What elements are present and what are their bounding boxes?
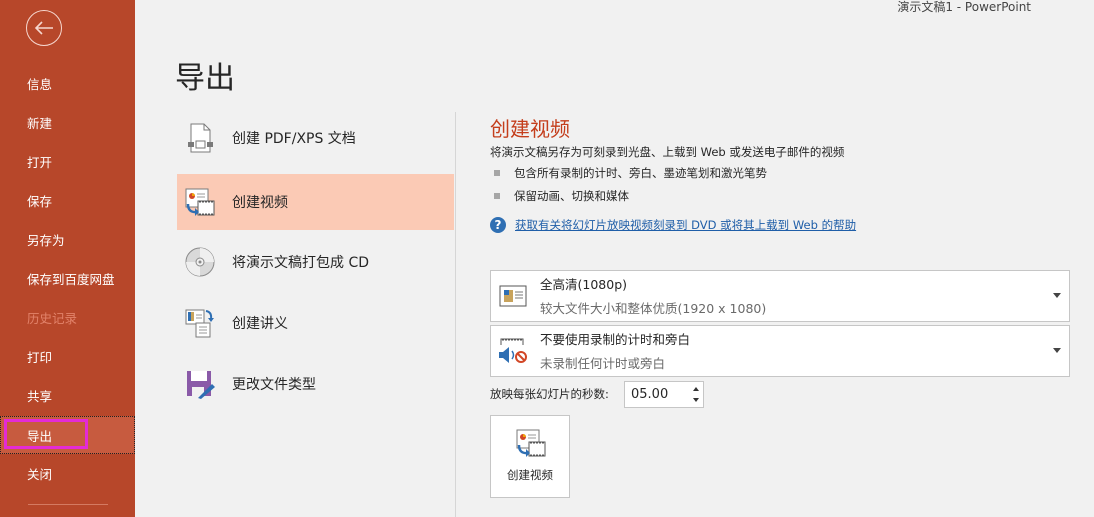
seconds-per-slide-label: 放映每张幻灯片的秒数: — [490, 387, 609, 401]
export-option-cd[interactable]: 将演示文稿打包成 CD — [177, 234, 454, 290]
export-option-label: 将演示文稿打包成 CD — [232, 255, 370, 271]
spin-up-icon[interactable] — [693, 387, 699, 391]
nav-print[interactable]: 打印 — [0, 337, 135, 375]
nav-label: 历史记录 — [27, 310, 78, 326]
nav-label: 关闭 — [27, 466, 53, 482]
nav-open[interactable]: 打开 — [0, 142, 135, 180]
nav-history: 历史记录 — [0, 298, 135, 336]
export-option-change-file-type[interactable]: 更改文件类型 — [177, 356, 454, 412]
nav-save-as[interactable]: 另存为 — [0, 220, 135, 258]
nav-label: 共享 — [27, 388, 53, 404]
help-link[interactable]: 获取有关将幻灯片放映视频刻录到 DVD 或将其上载到 Web 的帮助 — [515, 217, 856, 233]
page-title: 导出 — [175, 61, 235, 96]
window-title: 演示文稿1 - PowerPoint — [897, 0, 1031, 14]
export-option-handout[interactable]: 创建讲义 — [177, 295, 454, 351]
detail-title: 创建视频 — [490, 117, 570, 141]
handout-icon — [185, 309, 214, 338]
create-video-icon — [516, 429, 546, 457]
chevron-down-icon — [1053, 293, 1061, 298]
nav-new[interactable]: 新建 — [0, 103, 135, 141]
nav-save-to-baidu[interactable]: 保存到百度网盘 — [0, 259, 135, 297]
export-option-label: 创建讲义 — [232, 316, 288, 332]
help-row: ? 获取有关将幻灯片放映视频刻录到 DVD 或将其上载到 Web 的帮助 — [490, 217, 856, 233]
quality-selected: 全高清(1080p) — [540, 277, 627, 292]
export-option-label: 创建视频 — [232, 195, 288, 211]
nav-label: 另存为 — [27, 232, 65, 248]
detail-description: 将演示文稿另存为可刻录到光盘、上载到 Web 或发送电子邮件的视频 — [490, 145, 845, 159]
backstage-sidebar: 信息 新建 打开 保存 另存为 保存到百度网盘 历史记录 打印 共享 导出 关闭 — [0, 0, 135, 517]
presentation-quality-icon — [499, 285, 527, 307]
quality-dropdown[interactable]: 全高清(1080p) 较大文件大小和整体优质(1920 x 1080) — [490, 270, 1070, 322]
sidebar-divider — [28, 504, 108, 505]
back-arrow-icon — [34, 21, 53, 35]
export-option-label: 更改文件类型 — [232, 377, 316, 393]
bullet-square-icon — [494, 170, 500, 176]
timing-subtitle: 未录制任何计时或旁白 — [540, 356, 666, 371]
bullet-item: 包含所有录制的计时、旁白、墨迹笔划和激光笔势 — [490, 165, 767, 181]
create-video-icon — [185, 188, 215, 216]
nav-label: 新建 — [27, 115, 53, 131]
timing-selected: 不要使用录制的计时和旁白 — [540, 332, 691, 347]
nav-save[interactable]: 保存 — [0, 181, 135, 219]
nav-export[interactable]: 导出 — [0, 416, 135, 454]
nav-label: 保存 — [27, 193, 53, 209]
cd-disc-icon — [185, 247, 215, 277]
export-option-label: 创建 PDF/XPS 文档 — [232, 131, 356, 147]
chevron-down-icon — [1053, 348, 1061, 353]
timing-dropdown[interactable]: 不要使用录制的计时和旁白 未录制任何计时或旁白 — [490, 325, 1070, 377]
no-narration-icon — [499, 338, 527, 363]
create-video-button-label: 创建视频 — [507, 468, 553, 482]
back-button[interactable] — [26, 10, 62, 46]
nav-label: 保存到百度网盘 — [27, 271, 115, 287]
seconds-per-slide-spinner — [624, 381, 704, 408]
export-option-video[interactable]: 创建视频 — [177, 174, 454, 230]
bullet-text: 保留动画、切换和媒体 — [514, 189, 629, 203]
quality-subtitle: 较大文件大小和整体优质(1920 x 1080) — [540, 301, 767, 316]
help-question-icon: ? — [490, 217, 506, 233]
seconds-per-slide-input[interactable] — [625, 382, 687, 407]
export-option-pdf[interactable]: 创建 PDF/XPS 文档 — [177, 110, 454, 166]
nav-info[interactable]: 信息 — [0, 64, 135, 102]
nav-label: 打印 — [27, 349, 53, 365]
nav-share[interactable]: 共享 — [0, 376, 135, 414]
nav-label: 导出 — [27, 428, 53, 444]
change-file-type-icon — [187, 371, 215, 399]
pdf-document-icon — [188, 123, 213, 153]
panel-divider — [455, 112, 456, 517]
nav-close[interactable]: 关闭 — [0, 454, 135, 492]
bullet-square-icon — [494, 193, 500, 199]
bullet-item: 保留动画、切换和媒体 — [490, 188, 629, 204]
nav-label: 打开 — [27, 154, 53, 170]
bullet-text: 包含所有录制的计时、旁白、墨迹笔划和激光笔势 — [514, 166, 767, 180]
spin-down-icon[interactable] — [693, 398, 699, 402]
nav-label: 信息 — [27, 76, 53, 92]
create-video-button[interactable]: 创建视频 — [490, 415, 570, 498]
